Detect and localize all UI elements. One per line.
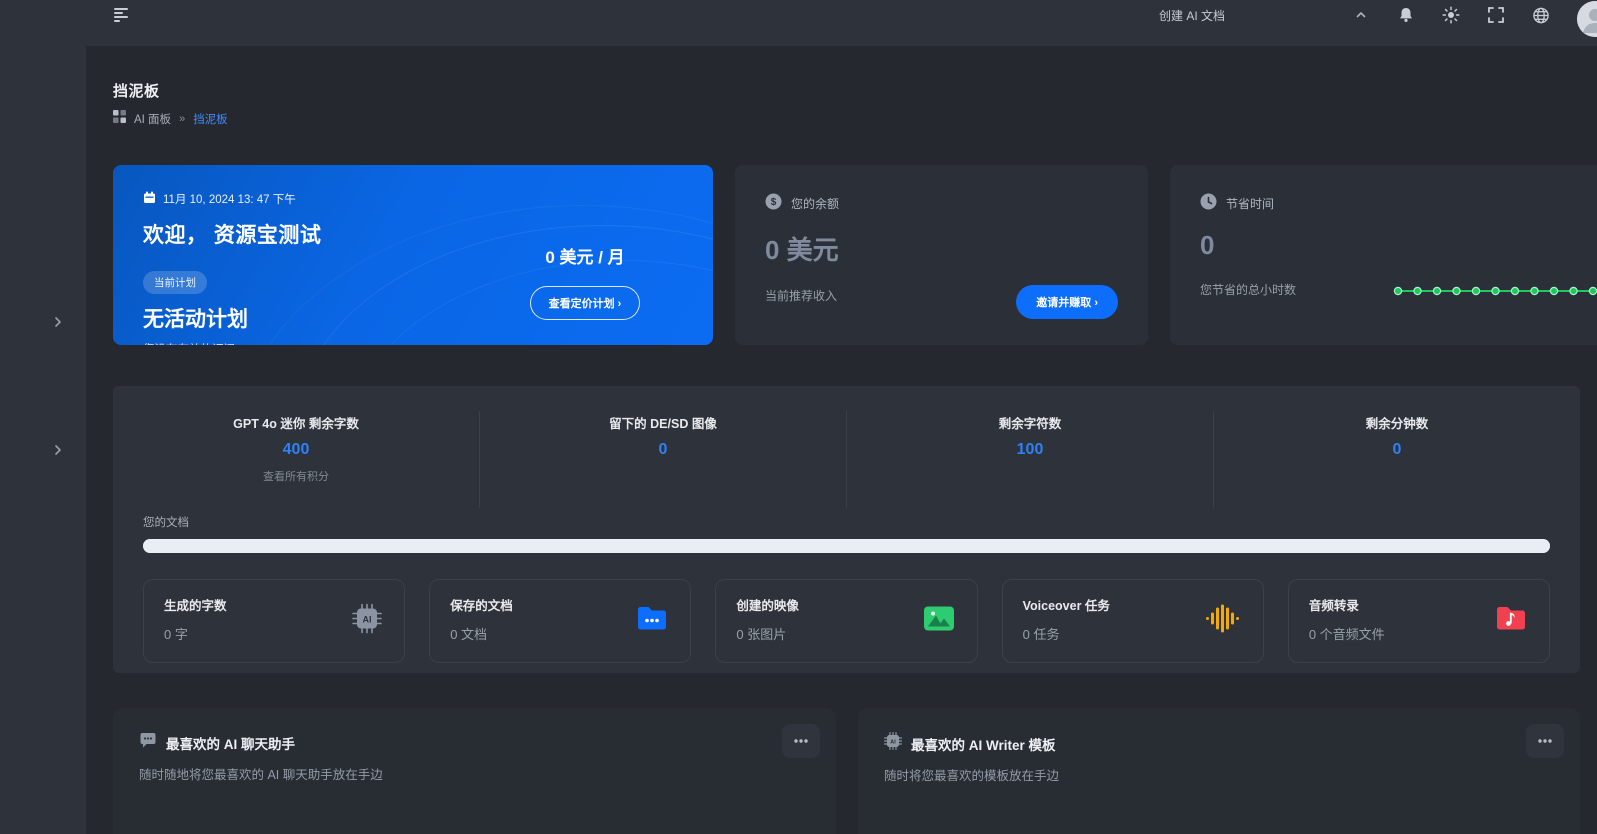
- credit-stat: GPT 4o 迷你 剩余字数 400 查看所有积分: [113, 411, 480, 508]
- chat-bubble-icon: [139, 732, 157, 754]
- credit-stat: 留下的 DE/SD 图像 0: [480, 411, 847, 508]
- svg-text:$: $: [771, 197, 777, 208]
- svg-text:AI: AI: [890, 739, 896, 745]
- ellipsis-icon: [793, 738, 809, 744]
- documents-progress-bar: [143, 539, 1550, 553]
- documents-progress-fill: [143, 539, 1550, 553]
- plan-price: 0 美元 / 月: [545, 243, 624, 268]
- folder-icon: [636, 606, 668, 637]
- usage-card: 生成的字数 0 字 AI: [143, 579, 405, 663]
- favorite-title: 最喜欢的 AI 聊天助手: [166, 733, 295, 753]
- usage-row: 生成的字数 0 字 AI: [143, 579, 1550, 663]
- calendar-icon: [143, 191, 156, 207]
- balance-amount: 0 美元: [765, 230, 1118, 267]
- documents-label: 您的文档: [143, 514, 1580, 530]
- favorite-subtitle: 随时随地将您最喜欢的 AI 聊天助手放在手边: [139, 764, 810, 783]
- credits-panel: GPT 4o 迷你 剩余字数 400 查看所有积分 留下的 DE/SD 图像 0…: [113, 386, 1580, 673]
- image-icon: [923, 606, 955, 637]
- usage-card: Voiceover 任务 0 任务: [1002, 579, 1264, 663]
- brightness-icon[interactable]: [1442, 6, 1460, 24]
- date-line: 11月 10, 2024 13: 47 下午: [143, 191, 683, 207]
- time-saved-card: 节省时间 0 您节省的总小时数: [1170, 165, 1597, 345]
- usage-card: 创建的映像 0 张图片: [715, 579, 977, 663]
- waveform-icon: [1205, 604, 1241, 639]
- credit-label: 留下的 DE/SD 图像: [490, 413, 836, 432]
- main-content: 挡泥板 AI 面板 » 挡泥板: [86, 46, 1597, 834]
- favorites-row: 最喜欢的 AI 聊天助手 随时随地将您最喜欢的 AI 聊天助手放在手边: [113, 708, 1597, 834]
- breadcrumb-separator: »: [179, 113, 185, 125]
- current-plan-badge: 当前计划: [143, 271, 207, 294]
- time-saved-sparkline: [1393, 281, 1597, 306]
- collapsed-sidebar: [0, 0, 86, 834]
- chevron-right-icon[interactable]: [50, 442, 66, 458]
- favorite-title: 最喜欢的 AI Writer 模板: [911, 734, 1056, 754]
- credit-stat: 剩余字符数 100: [847, 411, 1214, 508]
- topbar: 创建 AI 文档: [0, 0, 1597, 46]
- balance-label: 您的余额: [791, 195, 839, 212]
- plan-note: 您没有有效的订阅: [143, 341, 683, 345]
- view-pricing-button[interactable]: 查看定价计划 ›: [530, 286, 641, 320]
- date-text: 11月 10, 2024 13: 47 下午: [163, 191, 296, 207]
- grid-icon: [113, 110, 126, 128]
- fullscreen-icon[interactable]: [1487, 6, 1505, 24]
- bell-icon[interactable]: [1397, 6, 1415, 24]
- more-options-button[interactable]: [782, 724, 820, 758]
- dashboard-app: 创建 AI 文档: [0, 0, 1597, 834]
- credit-value: 400: [123, 441, 469, 459]
- create-ai-doc-button[interactable]: 创建 AI 文档: [1159, 7, 1225, 24]
- summary-row: 11月 10, 2024 13: 47 下午 欢迎， 资源宝测试 当前计划 无活…: [113, 165, 1597, 345]
- globe-icon[interactable]: [1532, 6, 1550, 24]
- usage-value: 0 字: [164, 624, 384, 643]
- welcome-card: 11月 10, 2024 13: 47 下午 欢迎， 资源宝测试 当前计划 无活…: [113, 165, 713, 345]
- time-saved-label: 节省时间: [1226, 195, 1274, 212]
- ai-chip-icon: AI: [352, 604, 382, 639]
- time-saved-value: 0: [1200, 230, 1597, 261]
- breadcrumb-section[interactable]: AI 面板: [134, 111, 171, 127]
- chevron-up-icon[interactable]: [1352, 6, 1370, 24]
- favorite-card: 最喜欢的 AI 聊天助手 随时随地将您最喜欢的 AI 聊天助手放在手边: [113, 708, 836, 834]
- usage-title: 生成的字数: [164, 595, 384, 614]
- credit-label: 剩余分钟数: [1224, 413, 1570, 432]
- ellipsis-icon: [1537, 738, 1553, 744]
- balance-card: $ 您的余额 0 美元 当前推荐收入 邀请并赚取 ›: [735, 165, 1148, 345]
- menu-toggle-icon[interactable]: [113, 7, 131, 28]
- usage-card: 保存的文档 0 文档: [429, 579, 691, 663]
- clock-icon: [1200, 193, 1217, 213]
- credit-stat: 剩余分钟数 0: [1214, 411, 1580, 508]
- invite-earn-button[interactable]: 邀请并赚取 ›: [1016, 285, 1118, 319]
- page-title: 挡泥板: [113, 80, 1597, 101]
- usage-card: 音频转录 0 个音频文件: [1288, 579, 1550, 663]
- user-avatar[interactable]: [1577, 1, 1597, 37]
- audio-folder-icon: [1495, 606, 1527, 637]
- breadcrumb-current[interactable]: 挡泥板: [193, 111, 228, 127]
- favorite-card: AI 最喜欢的 AI Writer 模板 随时将您最喜欢的模板放在手边: [858, 708, 1580, 834]
- more-options-button[interactable]: [1526, 724, 1564, 758]
- credit-label: GPT 4o 迷你 剩余字数: [123, 413, 469, 432]
- dollar-circle-icon: $: [765, 193, 782, 213]
- favorite-subtitle: 随时将您最喜欢的模板放在手边: [884, 765, 1554, 784]
- credit-value: 0: [1224, 441, 1570, 459]
- breadcrumb: AI 面板 » 挡泥板: [113, 110, 1597, 128]
- ai-chip-icon: AI: [884, 732, 902, 755]
- credit-label: 剩余字符数: [857, 413, 1203, 432]
- svg-text:AI: AI: [363, 615, 372, 625]
- view-all-credits-link[interactable]: 查看所有积分: [123, 468, 469, 484]
- credit-value: 0: [490, 441, 836, 459]
- credit-value: 100: [857, 441, 1203, 459]
- chevron-right-icon[interactable]: [50, 314, 66, 330]
